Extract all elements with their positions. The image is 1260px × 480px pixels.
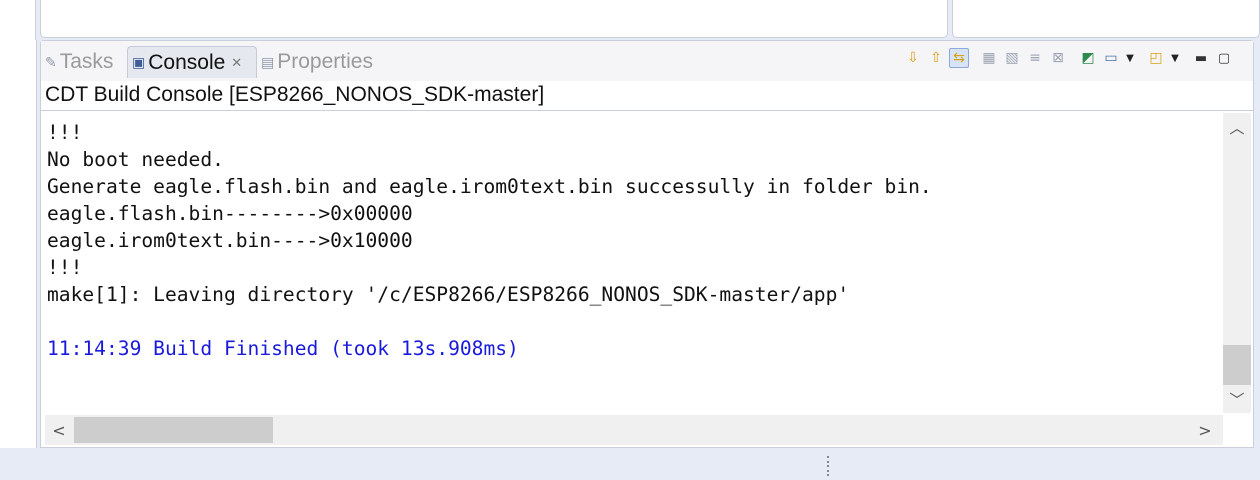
console-line: !!! xyxy=(47,256,83,279)
arrow-up-icon[interactable]: ⇧ xyxy=(926,48,946,68)
left-panel-strip xyxy=(0,40,37,448)
tab-tasks[interactable]: ✎ Tasks xyxy=(45,46,113,78)
editor-panel xyxy=(40,0,948,38)
tab-console-label: Console xyxy=(148,50,226,74)
tab-properties-label: Properties xyxy=(277,50,373,73)
left-editor-edge xyxy=(0,0,36,40)
console-line: No boot needed. xyxy=(47,148,224,171)
console-line: eagle.flash.bin-------->0x00000 xyxy=(47,202,413,225)
scroll-right-icon[interactable]: > xyxy=(1191,415,1219,445)
status-bar xyxy=(0,448,1260,480)
console-title: CDT Build Console [ESP8266_NONOS_SDK-mas… xyxy=(45,83,545,106)
view-tab-bar: ✎ Tasks ▣ Console ✕ ▤ Properties ⇩ ⇧ ⇆ ▦… xyxy=(41,41,1253,81)
scroll-left-icon[interactable]: < xyxy=(45,415,73,445)
horizontal-scrollbar[interactable]: < > xyxy=(45,415,1223,445)
console-line: Generate eagle.flash.bin and eagle.irom0… xyxy=(47,175,932,198)
close-icon[interactable]: ✕ xyxy=(231,55,242,71)
console-line: !!! xyxy=(47,121,83,144)
word-wrap-icon[interactable]: ≡ xyxy=(1025,48,1045,68)
view-menu-icon[interactable]: ▼ xyxy=(1169,48,1181,68)
scroll-lock-icon[interactable]: ⇆ xyxy=(949,48,969,68)
arrow-down-icon[interactable]: ⇩ xyxy=(903,48,923,68)
open-console-icon[interactable]: ◩ xyxy=(1078,48,1098,68)
new-console-icon[interactable]: ◰ xyxy=(1146,48,1166,68)
remove-launch-icon[interactable]: ⊠ xyxy=(1048,48,1068,68)
console-line: eagle.irom0text.bin---->0x10000 xyxy=(47,229,413,252)
chevron-down-icon[interactable]: ▼ xyxy=(1124,48,1136,68)
scroll-up-icon[interactable]: ︿ xyxy=(1223,115,1251,139)
scroll-down-icon[interactable]: ﹀ xyxy=(1223,387,1251,411)
horizontal-scroll-thumb[interactable] xyxy=(74,417,273,443)
console-toolbar: ⇩ ⇧ ⇆ ▦ ▧ ≡ ⊠ ◩ ▭ ▼ ◰ ▼ ▬ ▢ xyxy=(903,47,1234,69)
display-console-icon[interactable]: ▭ xyxy=(1101,48,1121,68)
vertical-scroll-thumb[interactable] xyxy=(1223,345,1251,385)
console-output[interactable]: !!! No boot needed. Generate eagle.flash… xyxy=(47,119,1217,415)
maximize-icon[interactable]: ▢ xyxy=(1214,48,1234,68)
tab-tasks-label: Tasks xyxy=(59,50,114,73)
console-line: make[1]: Leaving directory '/c/ESP8266/E… xyxy=(47,283,850,306)
clear-console-icon[interactable]: ▦ xyxy=(979,48,999,68)
minimize-icon[interactable]: ▬ xyxy=(1191,48,1211,68)
resize-grip-icon[interactable] xyxy=(827,456,831,476)
tasks-icon: ✎ xyxy=(45,53,57,70)
build-finished-line: 11:14:39 Build Finished (took 13s.908ms) xyxy=(47,337,519,360)
console-view: ✎ Tasks ▣ Console ✕ ▤ Properties ⇩ ⇧ ⇆ ▦… xyxy=(40,40,1254,448)
divider xyxy=(41,110,1253,111)
properties-icon: ▤ xyxy=(261,53,275,70)
console-icon: ▣ xyxy=(132,54,146,70)
vertical-scrollbar[interactable]: ︿ ﹀ xyxy=(1223,113,1251,413)
tab-properties[interactable]: ▤ Properties xyxy=(261,46,373,78)
pin-console-icon[interactable]: ▧ xyxy=(1002,48,1022,68)
tab-console[interactable]: ▣ Console ✕ xyxy=(127,46,257,78)
outline-panel xyxy=(952,0,1260,38)
